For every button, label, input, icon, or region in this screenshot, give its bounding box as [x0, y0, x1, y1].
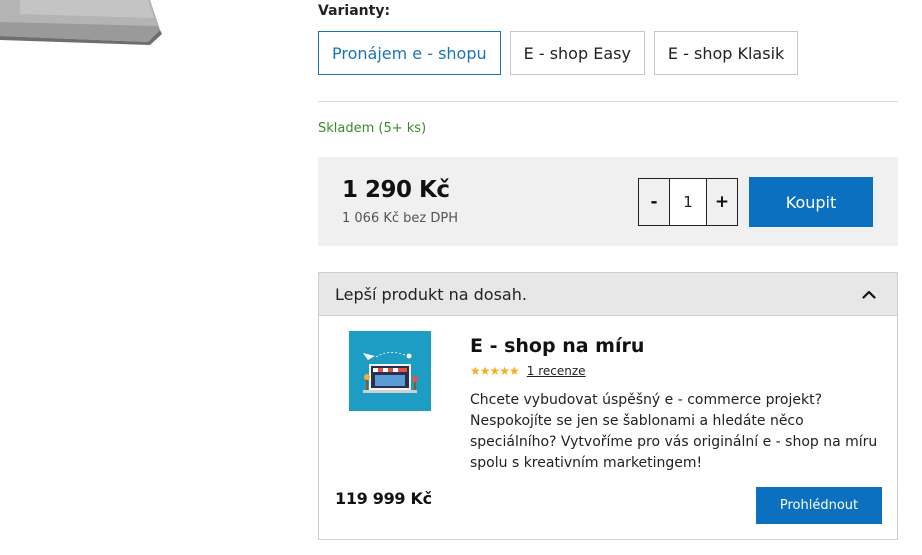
upsell-product-name[interactable]: E - shop na míru — [470, 335, 644, 357]
variant-option-klasik[interactable]: E - shop Klasik — [653, 31, 799, 75]
product-price: 1 290 Kč — [342, 177, 450, 203]
buy-button[interactable]: Koupit — [749, 177, 873, 227]
product-rating: ★★★★★ 1 recenze — [470, 364, 586, 378]
reviews-link[interactable]: 1 recenze — [527, 364, 586, 378]
variant-option-easy[interactable]: E - shop Easy — [509, 31, 645, 75]
variants-label: Varianty: — [318, 3, 391, 19]
upsell-title: Lepší produkt na dosah. — [335, 284, 527, 304]
quantity-stepper: - + — [638, 178, 738, 226]
quantity-input[interactable] — [669, 179, 707, 225]
view-product-button[interactable]: Prohlédnout — [756, 487, 882, 524]
divider — [318, 101, 898, 102]
upsell-header[interactable]: Lepší produkt na dosah. — [319, 273, 897, 316]
upsell-product-image[interactable] — [349, 331, 431, 411]
stock-status: Skladem (5+ ks) — [318, 121, 427, 136]
product-image — [0, 0, 175, 45]
upsell-panel: Lepší produkt na dosah. E - shop na míru — [318, 272, 898, 540]
star-rating-icon: ★★★★★ — [470, 364, 520, 378]
variant-option-pronajem[interactable]: Pronájem e - shopu — [318, 31, 501, 75]
chevron-up-icon[interactable] — [857, 282, 881, 306]
variant-selector: Pronájem e - shopu E - shop Easy E - sho… — [318, 31, 799, 75]
upsell-product-price: 119 999 Kč — [335, 489, 432, 508]
price-box: 1 290 Kč 1 066 Kč bez DPH - + Koupit — [318, 157, 898, 246]
upsell-product-description: Chcete vybudovat úspěšný e - commerce pr… — [470, 392, 878, 471]
quantity-decrease-button[interactable]: - — [639, 179, 669, 225]
price-without-vat: 1 066 Kč bez DPH — [342, 211, 458, 226]
quantity-increase-button[interactable]: + — [707, 179, 737, 225]
